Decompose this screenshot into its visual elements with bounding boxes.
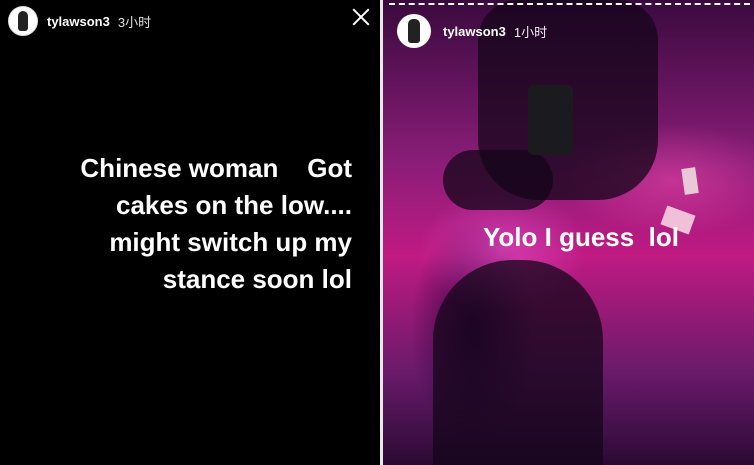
caption-line-4: stance soon lol xyxy=(162,264,352,294)
username[interactable]: tylawson3 xyxy=(443,24,506,39)
caption-line-2: cakes on the low.... xyxy=(116,190,352,220)
scene-figure-arm xyxy=(443,150,553,210)
scene-card-1 xyxy=(681,167,699,195)
avatar-icon[interactable] xyxy=(397,14,431,48)
caption-line-3: might switch up my xyxy=(109,227,352,257)
username[interactable]: tylawson3 xyxy=(47,14,110,29)
avatar-figure xyxy=(18,11,28,31)
story-progress-bar xyxy=(389,3,750,5)
story-caption: Yolo I guess lol xyxy=(483,222,679,252)
avatar-icon[interactable] xyxy=(8,6,38,36)
story-comparison: tylawson3 3小时 Chinese woman Got cakes on… xyxy=(0,0,754,465)
close-icon[interactable] xyxy=(352,8,370,26)
timestamp: 1小时 xyxy=(513,24,548,40)
timestamp: 3小时 xyxy=(117,14,152,30)
right-story-panel: tylawson3 1小时 Yolo I guess lol xyxy=(383,0,754,465)
phone-image xyxy=(528,85,573,155)
caption-line-1: Chinese woman Got xyxy=(80,153,352,183)
story-caption: Chinese woman Got cakes on the low.... m… xyxy=(22,150,352,298)
left-story-header: tylawson3 3小时 xyxy=(8,6,151,36)
scene-figure-lower xyxy=(433,260,603,465)
left-story-panel: tylawson3 3小时 Chinese woman Got cakes on… xyxy=(0,0,380,465)
avatar-figure xyxy=(408,19,420,43)
right-story-header: tylawson3 1小时 xyxy=(397,14,547,48)
